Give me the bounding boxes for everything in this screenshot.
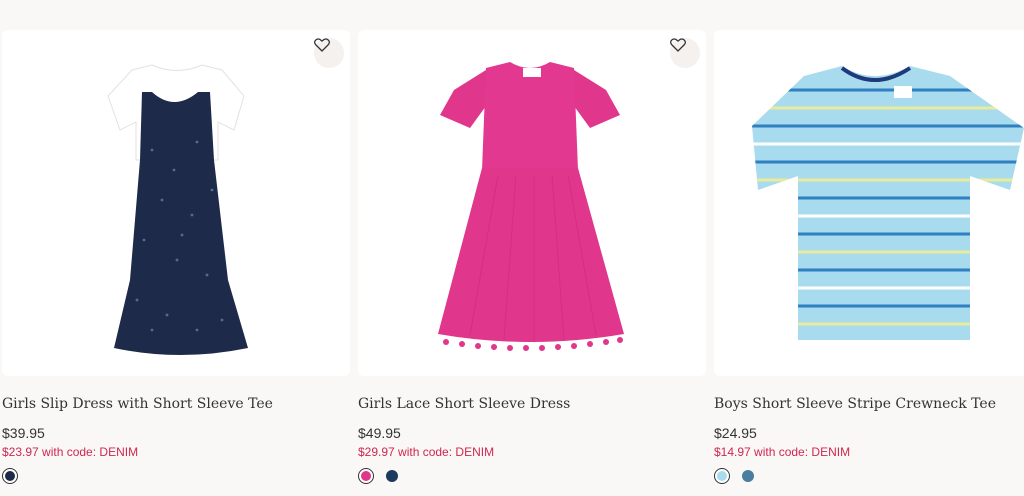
product-card[interactable]: Boys Short Sleeve Stripe Crewneck Tee $2…: [714, 30, 1024, 496]
product-price: $39.95: [2, 425, 45, 441]
promo-price: $14.97 with code: DENIM: [714, 445, 851, 459]
product-price: $24.95: [714, 425, 757, 441]
slip-dress-image: [107, 64, 248, 355]
product-image[interactable]: [358, 30, 706, 376]
color-swatch[interactable]: [2, 468, 18, 484]
product-price: $49.95: [358, 425, 401, 441]
color-swatches: [714, 468, 756, 484]
heart-icon: [314, 38, 330, 52]
color-swatches: [2, 468, 18, 484]
product-card[interactable]: Girls Slip Dress with Short Sleeve Tee $…: [2, 30, 350, 496]
pink-dress-image: [438, 62, 624, 351]
promo-price: $23.97 with code: DENIM: [2, 445, 139, 459]
product-image[interactable]: [714, 30, 1024, 376]
promo-price: $29.97 with code: DENIM: [358, 445, 495, 459]
wishlist-button[interactable]: [314, 38, 344, 68]
color-swatch[interactable]: [358, 468, 374, 484]
color-swatch[interactable]: [740, 468, 756, 484]
product-title[interactable]: Girls Slip Dress with Short Sleeve Tee: [2, 396, 273, 412]
heart-icon: [670, 38, 686, 52]
color-swatches: [358, 468, 400, 484]
color-swatch[interactable]: [714, 468, 730, 484]
striped-tee-image: [752, 66, 1024, 340]
product-image[interactable]: [2, 30, 350, 376]
color-swatch[interactable]: [384, 468, 400, 484]
product-title[interactable]: Boys Short Sleeve Stripe Crewneck Tee: [714, 396, 996, 412]
product-grid: Girls Slip Dress with Short Sleeve Tee $…: [0, 30, 1024, 496]
wishlist-button[interactable]: [670, 38, 700, 68]
product-title[interactable]: Girls Lace Short Sleeve Dress: [358, 396, 570, 412]
product-card[interactable]: Girls Lace Short Sleeve Dress $49.95 $29…: [358, 30, 706, 496]
